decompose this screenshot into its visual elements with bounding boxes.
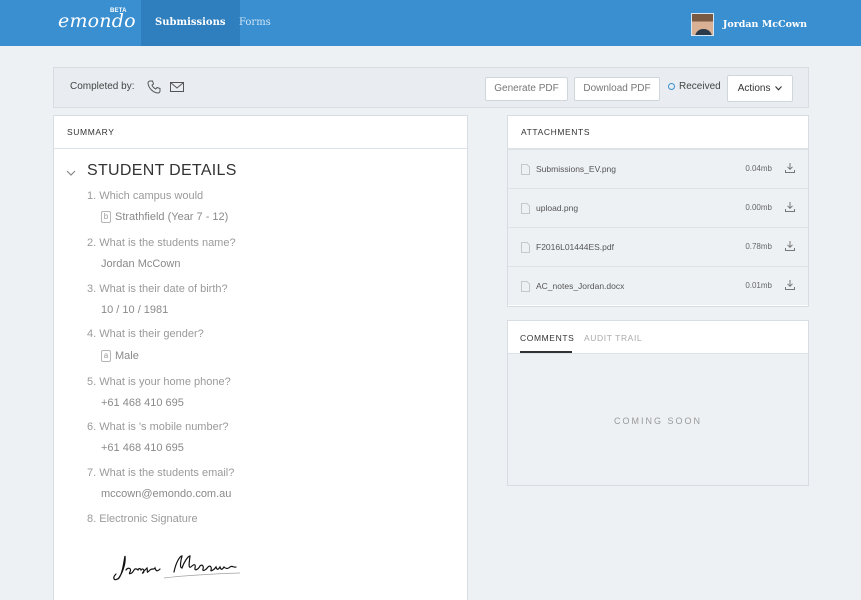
- answer-6: +61 468 410 695: [101, 442, 184, 454]
- attachment-name[interactable]: upload.png: [536, 203, 578, 213]
- signature-image: [113, 555, 241, 581]
- attachment-name[interactable]: AC_notes_Jordan.docx: [536, 281, 624, 291]
- status-label: Received: [679, 81, 721, 92]
- generate-pdf-button[interactable]: Generate PDF: [485, 77, 568, 101]
- emondo-logo[interactable]: emondo BETA: [58, 8, 136, 32]
- question-3: 3. What is their date of birth?: [87, 283, 228, 295]
- attachment-name[interactable]: Submissions_EV.png: [536, 164, 616, 174]
- status-badge: Received: [668, 81, 721, 92]
- file-icon: [521, 242, 530, 253]
- mail-icon[interactable]: [169, 79, 185, 95]
- download-pdf-button[interactable]: Download PDF: [574, 77, 660, 101]
- question-6: 6. What is 's mobile number?: [87, 421, 229, 433]
- attachments-heading: ATTACHMENTS: [508, 116, 808, 149]
- question-5: 5. What is your home phone?: [87, 376, 231, 388]
- attachment-size: 0.04mb: [745, 164, 772, 173]
- question-7: 7. What is the students email?: [87, 467, 235, 479]
- download-icon[interactable]: [784, 240, 796, 252]
- download-icon[interactable]: [784, 279, 796, 291]
- comments-tabs: COMMENTS AUDIT TRAIL: [508, 321, 808, 354]
- attachment-name[interactable]: F2016L01444ES.pdf: [536, 242, 614, 252]
- answer-text: Strathfield (Year 7 - 12): [115, 211, 229, 223]
- answer-3: 10 / 10 / 1981: [101, 304, 169, 316]
- nav-tab-forms[interactable]: Forms: [225, 0, 285, 46]
- user-name: Jordan McCown: [722, 18, 807, 30]
- attachment-row[interactable]: AC_notes_Jordan.docx 0.01mb: [508, 266, 808, 305]
- chevron-down-icon[interactable]: [66, 168, 76, 178]
- comments-panel: COMMENTS AUDIT TRAIL COMING SOON: [507, 320, 809, 486]
- completed-by-label: Completed by:: [70, 81, 135, 92]
- user-menu[interactable]: Jordan McCown: [690, 12, 807, 36]
- beta-badge: BETA: [110, 8, 127, 14]
- status-dot-icon: [668, 83, 675, 90]
- file-icon: [521, 281, 530, 292]
- answer-7: mccown@emondo.com.au: [101, 488, 232, 500]
- attachment-row[interactable]: Submissions_EV.png 0.04mb: [508, 149, 808, 188]
- file-icon: [521, 203, 530, 214]
- question-1: 1. Which campus would: [87, 190, 204, 202]
- option-letter: b: [101, 211, 111, 223]
- active-tab-indicator: [520, 351, 572, 353]
- actions-dropdown[interactable]: Actions: [727, 75, 793, 102]
- phone-icon[interactable]: [146, 79, 162, 95]
- answer-text: Male: [115, 350, 139, 362]
- answer-1: b Strathfield (Year 7 - 12): [101, 211, 228, 223]
- download-icon[interactable]: [784, 201, 796, 213]
- attachment-row[interactable]: upload.png 0.00mb: [508, 188, 808, 227]
- attachment-size: 0.00mb: [745, 203, 772, 212]
- file-icon: [521, 164, 530, 175]
- question-4: 4. What is their gender?: [87, 328, 204, 340]
- attachment-size: 0.78mb: [745, 242, 772, 251]
- actions-label: Actions: [737, 83, 771, 94]
- question-8: 8. Electronic Signature: [87, 513, 198, 525]
- top-nav: emondo BETA Submissions Forms Jordan McC…: [0, 0, 861, 46]
- attachment-size: 0.01mb: [745, 281, 772, 290]
- attachment-row[interactable]: F2016L01444ES.pdf 0.78mb: [508, 227, 808, 266]
- option-letter: a: [101, 350, 111, 362]
- tab-comments[interactable]: COMMENTS: [520, 333, 574, 343]
- attachments-panel: ATTACHMENTS Submissions_EV.png 0.04mb up…: [507, 115, 809, 307]
- submission-toolbar: Completed by: Generate PDF Download PDF …: [53, 67, 809, 108]
- avatar: [690, 12, 714, 36]
- answer-5: +61 468 410 695: [101, 397, 184, 409]
- summary-heading: SUMMARY: [54, 116, 467, 149]
- answer-2: Jordan McCown: [101, 258, 181, 270]
- tab-audit-trail[interactable]: AUDIT TRAIL: [584, 333, 642, 343]
- download-icon[interactable]: [784, 162, 796, 174]
- answer-4: a Male: [101, 350, 139, 362]
- coming-soon-text: COMING SOON: [613, 416, 702, 426]
- chevron-down-icon: [775, 85, 783, 91]
- question-2: 2. What is the students name?: [87, 237, 236, 249]
- section-title: STUDENT DETAILS: [87, 162, 237, 179]
- summary-panel: SUMMARY STUDENT DETAILS 1. Which campus …: [53, 115, 468, 600]
